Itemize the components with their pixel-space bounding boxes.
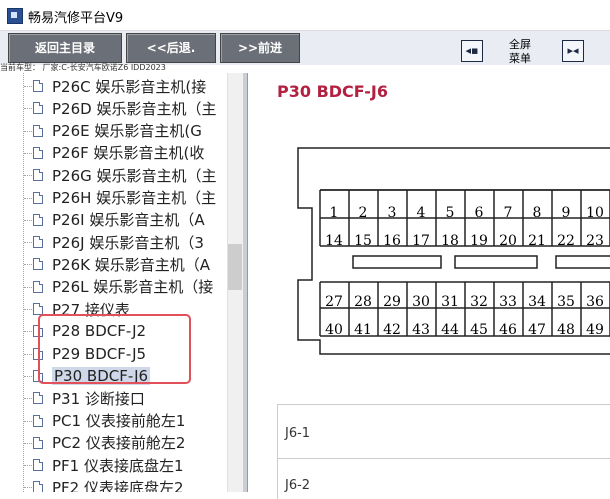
connector-pin-number[interactable]: 36 xyxy=(586,294,604,310)
connector-pin-number[interactable]: 28 xyxy=(354,294,372,310)
connector-pin-number[interactable]: 34 xyxy=(528,294,546,310)
connector-pin-number[interactable]: 22 xyxy=(557,233,575,249)
connector-pin-number[interactable]: 33 xyxy=(499,294,517,310)
connector-pin-number[interactable]: 48 xyxy=(557,322,575,338)
connector-pin-number[interactable]: 42 xyxy=(383,322,401,338)
pin-row-label: J6-2 xyxy=(285,478,311,493)
connector-pin-number[interactable]: 14 xyxy=(325,233,343,249)
connector-pin-number[interactable]: 4 xyxy=(417,205,426,221)
connector-pin-number[interactable]: 8 xyxy=(533,205,542,221)
connector-pin-number[interactable]: 47 xyxy=(528,322,546,338)
connector-pin-number[interactable]: 41 xyxy=(354,322,372,338)
connector-pin-number[interactable]: 35 xyxy=(557,294,575,310)
connector-pin-number[interactable]: 18 xyxy=(441,233,459,249)
connector-pin-number[interactable]: 21 xyxy=(528,233,546,249)
connector-pin-number[interactable]: 6 xyxy=(475,205,484,221)
connector-pin-number[interactable]: 20 xyxy=(499,233,517,249)
connector-pin-number[interactable]: 1 xyxy=(330,205,339,221)
connector-pin-number[interactable]: 46 xyxy=(499,322,517,338)
connector-slot xyxy=(352,255,442,269)
connector-pin-number[interactable]: 7 xyxy=(504,205,513,221)
connector-pin-number[interactable]: 17 xyxy=(412,233,430,249)
connector-pin-number[interactable]: 27 xyxy=(325,294,343,310)
connector-slot xyxy=(555,255,610,269)
connector-pin-number[interactable]: 44 xyxy=(441,322,459,338)
pin-row-label: J6-1 xyxy=(285,426,311,441)
connector-pin-number[interactable]: 23 xyxy=(586,233,604,249)
connector-pin-number[interactable]: 3 xyxy=(388,205,397,221)
connector-pin-number[interactable]: 45 xyxy=(470,322,488,338)
table-row[interactable] xyxy=(277,404,610,459)
connector-pin-number[interactable]: 29 xyxy=(383,294,401,310)
connector-pin-number[interactable]: 49 xyxy=(586,322,604,338)
connector-pin-number[interactable]: 10 xyxy=(586,205,604,221)
connector-pin-number[interactable]: 30 xyxy=(412,294,430,310)
connector-pin-number[interactable]: 5 xyxy=(446,205,455,221)
table-row[interactable] xyxy=(277,458,610,499)
connector-pin-number[interactable]: 9 xyxy=(562,205,571,221)
connector-pin-number[interactable]: 31 xyxy=(441,294,459,310)
connector-pin-number[interactable]: 32 xyxy=(470,294,488,310)
connector-pin-number[interactable]: 16 xyxy=(383,233,401,249)
connector-pin-number[interactable]: 19 xyxy=(470,233,488,249)
connector-pin-number[interactable]: 40 xyxy=(325,322,343,338)
connector-pin-number[interactable]: 15 xyxy=(354,233,372,249)
connector-slot xyxy=(454,255,538,269)
connector-pin-number[interactable]: 2 xyxy=(359,205,368,221)
connector-pin-number[interactable]: 43 xyxy=(412,322,430,338)
